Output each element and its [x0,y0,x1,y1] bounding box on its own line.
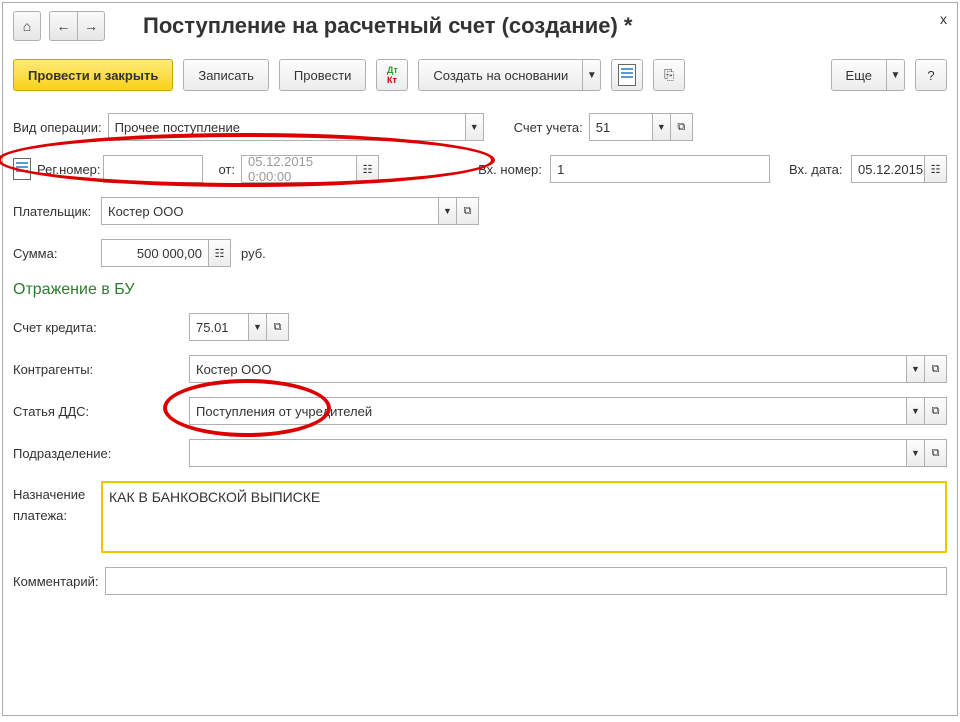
in-date-calendar[interactable]: ☷ [925,155,947,183]
section-bu-title: Отражение в БУ [13,281,947,299]
contractor-dropdown[interactable]: ▼ [907,355,925,383]
forward-button[interactable]: → [77,11,105,41]
submit-button[interactable]: Провести [279,59,367,91]
amount-calc[interactable]: ☷ [209,239,231,267]
division-label: Подразделение: [13,446,183,461]
create-based-dropdown[interactable]: ▼ [583,59,601,91]
save-button[interactable]: Записать [183,59,269,91]
from-date-calendar[interactable]: ☷ [357,155,379,183]
purpose-textarea[interactable]: КАК В БАНКОВСКОЙ ВЫПИСКЕ [101,481,947,553]
header-row: ⌂ ← → Поступление на расчетный счет (соз… [13,11,947,41]
purpose-label-1: Назначение [13,481,95,502]
credit-account-dropdown[interactable]: ▼ [249,313,267,341]
payer-popout[interactable]: ⧉ [457,197,479,225]
document-icon [618,64,636,86]
paperclip-icon: ⎘ [664,67,674,83]
more-button[interactable]: Еще [831,59,887,91]
contractor-popout[interactable]: ⧉ [925,355,947,383]
payer-dropdown[interactable]: ▼ [439,197,457,225]
operation-type-input[interactable]: Прочее поступление [108,113,466,141]
create-based-button[interactable]: Создать на основании [418,59,583,91]
payer-input[interactable]: Костер ООО [101,197,439,225]
division-input[interactable] [189,439,907,467]
doc-indicator-icon [13,158,31,180]
more-split: Еще ▼ [831,59,905,91]
account-input[interactable]: 51 [589,113,653,141]
toolbar: Провести и закрыть Записать Провести ДтК… [13,59,947,91]
payer-label: Плательщик: [13,204,95,219]
row-payer: Плательщик: Костер ООО ▼ ⧉ [13,197,947,225]
row-contractor: Контрагенты: Костер ООО ▼ ⧉ [13,355,947,383]
account-popout[interactable]: ⧉ [671,113,693,141]
amount-currency: руб. [241,246,266,261]
credit-account-input[interactable]: 75.01 [189,313,249,341]
division-dropdown[interactable]: ▼ [907,439,925,467]
dds-label: Статья ДДС: [13,404,183,419]
in-number-input[interactable]: 1 [550,155,770,183]
contractor-label: Контрагенты: [13,362,183,377]
credit-account-popout[interactable]: ⧉ [267,313,289,341]
clip-button[interactable]: ⎘ [653,59,685,91]
in-date-input[interactable]: 05.12.2015 [851,155,925,183]
comment-input[interactable] [105,567,948,595]
account-dropdown[interactable]: ▼ [653,113,671,141]
regnumber-label: Рег.номер: [37,162,97,177]
help-button[interactable]: ? [915,59,947,91]
more-dropdown[interactable]: ▼ [887,59,905,91]
row-purpose: Назначение платежа: КАК В БАНКОВСКОЙ ВЫП… [13,481,947,553]
dds-dropdown[interactable]: ▼ [907,397,925,425]
debit-credit-icon: ДтКт [387,65,398,85]
row-dds: Статья ДДС: Поступления от учредителей ▼… [13,397,947,425]
nav-group: ← → [49,11,105,41]
dtkt-button[interactable]: ДтКт [376,59,408,91]
amount-label: Сумма: [13,246,95,261]
row-division: Подразделение: ▼ ⧉ [13,439,947,467]
row-regnumber: Рег.номер: от: 05.12.2015 0:00:00 ☷ Вх. … [13,155,947,183]
window-frame: x ⌂ ← → Поступление на расчетный счет (с… [2,2,958,716]
operation-type-label: Вид операции: [13,120,102,135]
amount-input[interactable]: 500 000,00 [101,239,209,267]
row-amount: Сумма: 500 000,00 ☷ руб. [13,239,947,267]
row-operation: Вид операции: Прочее поступление ▼ Счет … [13,113,947,141]
dds-input[interactable]: Поступления от учредителей [189,397,907,425]
page-title: Поступление на расчетный счет (создание)… [143,13,632,39]
regnumber-input[interactable] [103,155,203,183]
from-label: от: [209,162,235,177]
operation-type-dropdown[interactable]: ▼ [466,113,484,141]
in-number-label: Вх. номер: [478,162,544,177]
credit-account-label: Счет кредита: [13,320,183,335]
row-comment: Комментарий: [13,567,947,595]
back-button[interactable]: ← [49,11,77,41]
home-button[interactable]: ⌂ [13,11,41,41]
contractor-input[interactable]: Костер ООО [189,355,907,383]
comment-label: Комментарий: [13,574,99,589]
create-based-split: Создать на основании ▼ [418,59,601,91]
purpose-label-2: платежа: [13,502,95,523]
from-date-input[interactable]: 05.12.2015 0:00:00 [241,155,357,183]
account-label: Счет учета: [514,120,583,135]
submit-close-button[interactable]: Провести и закрыть [13,59,173,91]
division-popout[interactable]: ⧉ [925,439,947,467]
in-date-label: Вх. дата: [789,162,845,177]
doc-button[interactable] [611,59,643,91]
dds-popout[interactable]: ⧉ [925,397,947,425]
row-credit-account: Счет кредита: 75.01 ▼ ⧉ [13,313,947,341]
close-icon[interactable]: x [940,11,947,27]
